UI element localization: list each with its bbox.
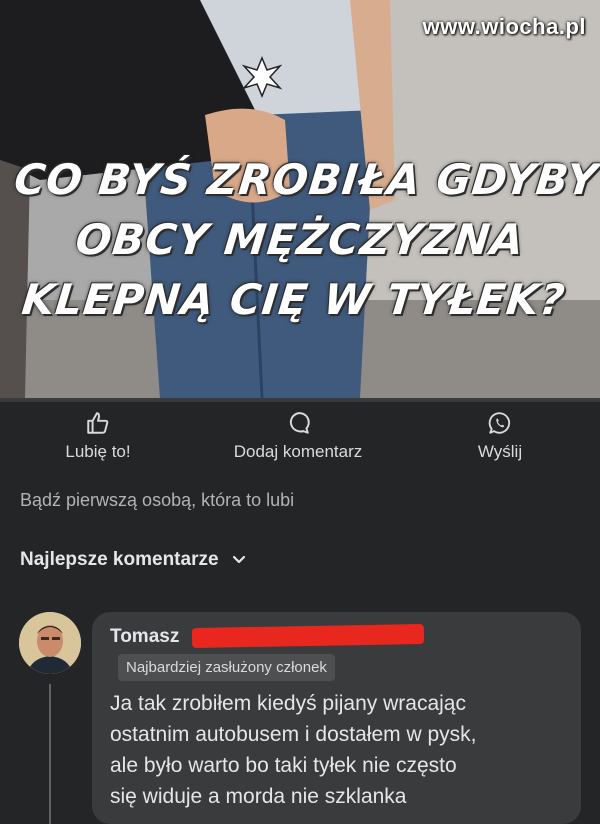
- avatar[interactable]: [19, 612, 81, 674]
- comment-line: Ja tak zrobiłem kiedyś pijany wracając: [110, 692, 466, 715]
- comment-line: ostatnim autobusem i dostałem w pysk,: [110, 723, 477, 746]
- send-label: Wyślij: [477, 442, 523, 461]
- comment-label: Dodaj komentarz: [233, 442, 363, 461]
- comments-filter-label: Najlepsze komentarze: [20, 549, 219, 570]
- avatar-image: [19, 612, 81, 674]
- comment-line: ale było warto bo taki tyłek nie często: [110, 754, 457, 777]
- status-badge: Najbardziej zasłużony członek: [118, 654, 335, 681]
- redaction-mark: [191, 623, 425, 649]
- like-label: Lubię to!: [65, 442, 131, 461]
- meme-image[interactable]: www.wiocha.pl CO BYŚ ZROBIŁA GDYBY OBCY …: [0, 0, 600, 398]
- likes-summary: Bądź pierwszą osobą, która to lubi: [20, 490, 295, 510]
- whatsapp-icon: [488, 412, 511, 434]
- watermark: www.wiocha.pl: [422, 14, 586, 39]
- comment-bubble: Tomasz Najbardziej zasłużony członek Ja …: [92, 612, 581, 824]
- thumbs-up-icon: [87, 412, 109, 434]
- thread-line: [49, 684, 51, 824]
- meme-caption: CO BYŚ ZROBIŁA GDYBY OBCY MĘŻCZYZNA KLEP…: [0, 150, 600, 330]
- comment-author[interactable]: Tomasz: [110, 626, 179, 648]
- action-bar: Lubię to! Dodaj komentarz Wyślij: [0, 410, 600, 470]
- chevron-down-icon: [232, 555, 245, 564]
- comment-icon: [289, 412, 310, 434]
- comments-filter-dropdown[interactable]: Najlepsze komentarze: [20, 549, 246, 571]
- caption-line: KLEPNĄ CIĘ W TYŁEK?: [19, 275, 568, 324]
- like-button[interactable]: Lubię to!: [48, 410, 148, 462]
- divider: [0, 398, 600, 402]
- caption-line: OBCY MĘŻCZYZNA: [73, 215, 527, 264]
- comment-text: Ja tak zrobiłem kiedyś pijany wracając o…: [110, 688, 570, 812]
- comment-line: się widuje a morda nie szklanka: [110, 785, 407, 808]
- caption-line: CO BYŚ ZROBIŁA GDYBY: [11, 155, 600, 204]
- send-button[interactable]: Wyślij: [450, 410, 550, 462]
- comment-button[interactable]: Dodaj komentarz: [208, 410, 388, 462]
